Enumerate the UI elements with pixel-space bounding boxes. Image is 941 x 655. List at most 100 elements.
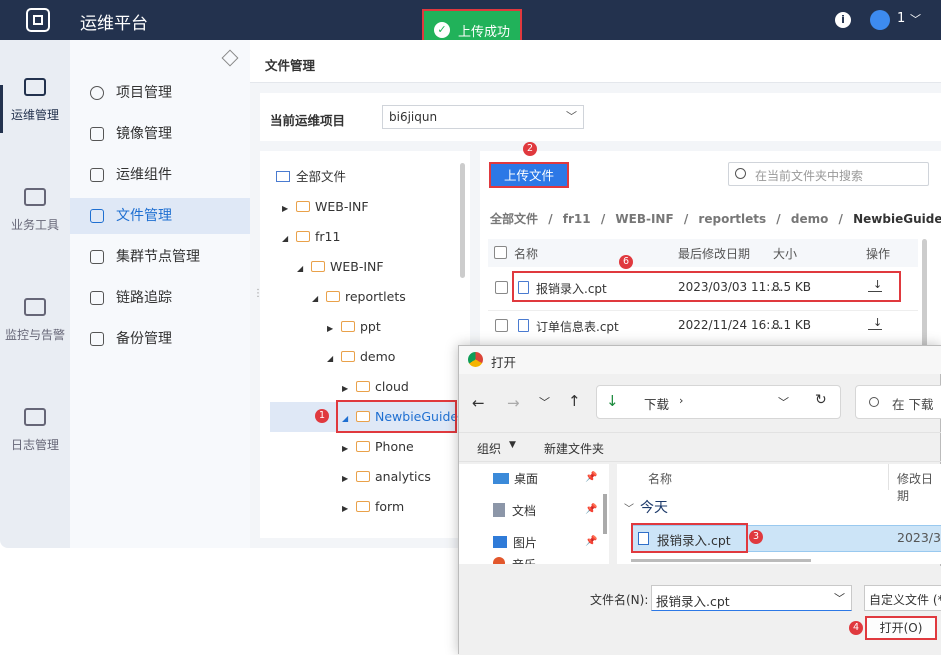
col-size: 大小 [773, 247, 798, 261]
tree-node[interactable]: ◢ fr11 [282, 226, 340, 248]
breadcrumb-item[interactable]: fr11 [563, 212, 591, 226]
breadcrumb-item[interactable]: WEB-INF [615, 212, 673, 226]
breadcrumb-current: NewbieGuide [853, 212, 941, 226]
menu-item-mirror[interactable]: 镜像管理 [70, 116, 250, 152]
h-scrollbar[interactable] [631, 559, 811, 562]
menu-item-trace[interactable]: 链路追踪 [70, 280, 250, 316]
col-name: 名称 [514, 247, 539, 261]
chevron-down-icon[interactable]: ﹀ [910, 11, 921, 27]
menu-item-components[interactable]: 运维组件 [70, 157, 250, 193]
chrome-icon [468, 352, 483, 367]
row-checkbox[interactable] [495, 319, 508, 332]
nav-scrollbar[interactable] [603, 494, 607, 534]
nav-item-documents[interactable]: 文档 [493, 502, 536, 519]
splitter-handle[interactable]: ⋮ [253, 288, 263, 299]
chevron-right-icon: › [679, 394, 684, 407]
open-button[interactable]: 打开(O) [865, 616, 937, 640]
open-file-dialog: 打开 ← → ﹀ ↑ ↓ 下载 › ﹀ ↻ 在 下载 组织 ▼ 新建文件夹 桌面… [458, 345, 941, 655]
folder-icon [326, 291, 340, 302]
upload-button[interactable]: 上传文件 [489, 162, 569, 188]
breadcrumb: 全部文件 / fr11 / WEB-INF / reportlets / dem… [490, 212, 941, 226]
nav-item-desktop[interactable]: 桌面 [493, 470, 538, 487]
up-icon[interactable]: ↑ [568, 392, 581, 410]
highlight-dialog-file [631, 523, 748, 553]
new-folder-button[interactable]: 新建文件夹 [544, 440, 604, 457]
computer-icon [276, 171, 290, 182]
music-icon [493, 557, 505, 564]
select-all-checkbox[interactable] [494, 246, 507, 259]
refresh-icon[interactable]: ↻ [815, 392, 827, 408]
folder-icon [356, 381, 370, 392]
pin-icon[interactable] [221, 49, 239, 67]
back-icon[interactable]: ← [472, 394, 485, 412]
step-badge-4: 4 [849, 621, 863, 635]
folder-icon [356, 471, 370, 482]
highlight-tree-node [336, 400, 457, 433]
tree-node[interactable]: ▶ Phone [342, 436, 414, 458]
tree-node[interactable]: ▶ cloud [342, 376, 409, 398]
folder-icon [311, 261, 325, 272]
menu-item-cluster[interactable]: 集群节点管理 [70, 239, 250, 275]
breadcrumb-item[interactable]: demo [791, 212, 828, 226]
folder-tree: 全部文件 ▶ WEB-INF ◢ fr11 ◢ WEB-INF ◢ reportlets… [260, 151, 470, 538]
filename-input[interactable]: 报销录入.cpt ﹀ [651, 585, 852, 611]
chevron-down-icon[interactable]: ﹀ [539, 394, 550, 410]
menu-item-files[interactable]: 文件管理 [70, 198, 250, 234]
rail-item-tools[interactable]: 业务工具 [0, 188, 70, 233]
step-badge-6: 6 [619, 255, 633, 269]
toast-text: 上传成功 [458, 25, 511, 40]
tree-node[interactable]: ▶ analytics [342, 466, 431, 488]
project-select[interactable]: bi6jiqun ﹀ [382, 105, 584, 129]
highlight-file-row [512, 271, 901, 302]
pin-icon: 📌 [585, 504, 598, 515]
document-icon [493, 503, 505, 517]
menu-item-projects[interactable]: 项目管理 [70, 75, 250, 111]
settings-icon [90, 86, 104, 100]
table-row[interactable]: 订单信息表.cpt 2022/11/24 16:... 8.1 KB ↓ [488, 310, 918, 340]
backup-icon [90, 332, 104, 346]
check-icon: ✓ [434, 22, 450, 38]
tree-node[interactable]: ▶ WEB-INF [282, 196, 369, 218]
nav-item-pictures[interactable]: 图片 [493, 534, 537, 551]
user-avatar-icon[interactable] [870, 10, 890, 30]
folder-icon [356, 501, 370, 512]
breadcrumb-item[interactable]: reportlets [698, 212, 766, 226]
rail-item-ops[interactable]: 运维管理 [0, 78, 70, 123]
rail-item-monitor[interactable]: 监控与告警 [0, 298, 70, 343]
col-modified[interactable]: 修改日期 [897, 470, 941, 504]
tree-node[interactable]: ▶ form [342, 496, 404, 518]
tree-scrollbar[interactable] [460, 163, 465, 278]
filter-select[interactable]: 自定义文件 (* [864, 585, 941, 611]
icon-rail: 运维管理 业务工具 监控与告警 日志管理 [0, 40, 70, 548]
file-search-input[interactable]: 在当前文件夹中搜索 [728, 162, 929, 186]
tree-node[interactable]: ◢ reportlets [312, 286, 406, 308]
col-name[interactable]: 名称 [648, 470, 672, 487]
tree-root[interactable]: 全部文件 [276, 166, 346, 188]
rail-item-logs[interactable]: 日志管理 [0, 408, 70, 453]
menu-item-backup[interactable]: 备份管理 [70, 321, 250, 357]
table-scrollbar[interactable] [922, 239, 927, 354]
pin-icon: 📌 [585, 472, 598, 483]
row-checkbox[interactable] [495, 281, 508, 294]
tree-node[interactable]: ◢ WEB-INF [297, 256, 384, 278]
breadcrumb-item[interactable]: 全部文件 [490, 212, 538, 226]
chevron-down-icon: ﹀ [834, 592, 845, 605]
bottom-panel: 文件名(N): 报销录入.cpt ﹀ 自定义文件 (* 打开(O) 4 [459, 566, 941, 655]
step-badge-2: 2 [523, 142, 537, 156]
address-bar[interactable]: ↓ 下载 › ﹀ ↻ [596, 385, 841, 419]
tree-node[interactable]: ◢ demo [327, 346, 395, 368]
dialog-search-input[interactable]: 在 下载 [855, 385, 941, 419]
info-icon[interactable]: i [835, 12, 851, 28]
dialog-titlebar: 打开 [459, 346, 941, 374]
forward-icon[interactable]: → [507, 394, 520, 412]
tree-node[interactable]: ▶ ppt [327, 316, 381, 338]
col-divider [888, 464, 889, 490]
file-icon [90, 209, 104, 223]
organize-button[interactable]: 组织 [477, 440, 501, 457]
group-chevron-icon: ﹀ [624, 504, 634, 515]
folder-icon [356, 441, 370, 452]
user-count: 1 [897, 11, 906, 26]
nav-item-music[interactable]: 音乐 [493, 556, 536, 564]
download-icon[interactable]: ↓ [868, 317, 882, 330]
mirror-icon [90, 127, 104, 141]
